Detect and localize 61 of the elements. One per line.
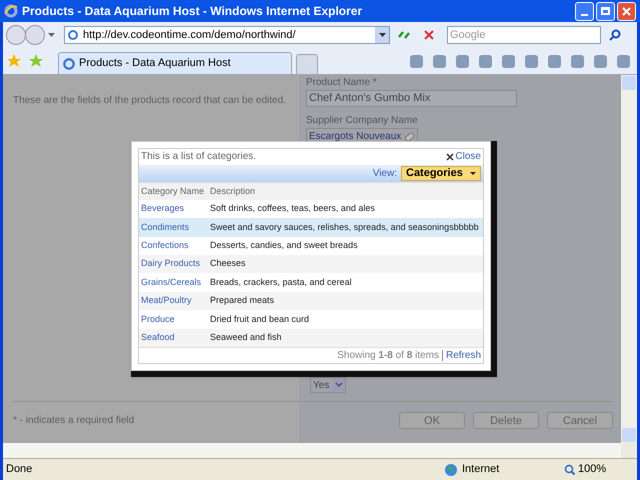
new-tab-button[interactable] xyxy=(296,54,318,74)
add-star-icon[interactable] xyxy=(28,53,44,69)
product-name-field[interactable]: Chef Anton's Gumbo Mix xyxy=(306,90,517,107)
category-name-link[interactable]: Beverages xyxy=(141,202,184,216)
pager-text: Showing 1-8 of 8 items xyxy=(337,349,439,363)
globe-icon xyxy=(444,462,458,476)
horizontal-scrollbar[interactable] xyxy=(3,443,621,458)
page-icon xyxy=(67,29,79,41)
refresh-link[interactable]: Refresh xyxy=(442,350,481,361)
zoom-level[interactable]: 100% xyxy=(578,461,606,478)
category-description: Prepared meats xyxy=(209,294,274,308)
category-name-link[interactable]: Meat/Poultry xyxy=(141,294,192,308)
category-row[interactable]: Dairy Products Cheeses xyxy=(139,255,483,274)
dialog-description: This is a list of categories. xyxy=(141,150,256,164)
close-link[interactable]: Close xyxy=(455,149,481,164)
page-icon xyxy=(62,56,76,70)
form-description: These are the fields of the products record that can be edited. xyxy=(13,95,286,106)
security-zone: Internet xyxy=(462,462,500,478)
category-name-link[interactable]: Condiments xyxy=(141,220,190,234)
required-field-note: * - indicates a required field xyxy=(13,414,134,428)
yes-no-select[interactable]: Yes xyxy=(310,377,346,393)
field-label: Supplier Company Name xyxy=(306,115,419,127)
category-name-link[interactable]: Dairy Products xyxy=(141,257,200,271)
vertical-scrollbar[interactable] xyxy=(621,75,637,443)
close-icon[interactable] xyxy=(446,152,454,161)
column-header: Category Name xyxy=(141,185,204,198)
eraser-icon[interactable] xyxy=(403,130,416,142)
category-row[interactable]: Meat/Poultry Prepared meats xyxy=(139,292,483,310)
browser-tab[interactable]: Products - Data Aquarium Host xyxy=(58,52,292,74)
star-icon[interactable] xyxy=(6,53,22,69)
caret-icon[interactable] xyxy=(48,33,55,37)
category-description: Seaweed and fish xyxy=(209,331,282,344)
category-description: Cheeses xyxy=(209,257,246,270)
category-name-link[interactable]: Seafood xyxy=(141,331,175,345)
column-header: Description xyxy=(209,185,256,198)
forward-button[interactable] xyxy=(25,25,45,45)
view-dropdown[interactable]: Categories xyxy=(401,166,481,181)
close-button[interactable] xyxy=(617,2,636,20)
close-icon xyxy=(622,6,631,16)
category-description: Desserts, candies, and sweet breads xyxy=(209,239,358,252)
window-title: Products - Data Aquarium Host - Windows Internet Explorer xyxy=(22,3,362,20)
field-label: Product Name * xyxy=(306,77,378,89)
status-text: Done xyxy=(6,462,32,478)
minimize-button[interactable] xyxy=(575,2,594,20)
zoom-icon[interactable] xyxy=(564,464,576,476)
category-row[interactable]: Seafood Seaweed and fish xyxy=(139,328,483,347)
category-name-link[interactable]: Grains/Cereals xyxy=(141,276,202,290)
category-description: Sweet and savory sauces, relishes, spreads, and seasoningsbbbbb xyxy=(209,220,479,234)
maximize-button[interactable] xyxy=(596,2,615,20)
search-field[interactable]: Google xyxy=(447,26,601,44)
category-description: Breads, crackers, pasta, and cereal xyxy=(209,276,352,289)
category-description: Soft drinks, coffees, teas, beers, and ales xyxy=(209,202,375,216)
category-description: Dried fruit and bean curd xyxy=(209,312,310,326)
category-name-link[interactable]: Confections xyxy=(141,239,189,253)
category-name-link[interactable]: Produce xyxy=(141,312,175,326)
address-field[interactable]: http://dev.codeontime.com/demo/northwind/ xyxy=(64,26,390,44)
category-row[interactable]: Condiments Sweet and savory sauces, relishes, spreads, and seasoningsbbbbb xyxy=(139,218,483,237)
back-button[interactable] xyxy=(6,25,26,45)
view-label: View: xyxy=(372,166,397,181)
browser-logo-icon xyxy=(4,4,18,18)
caret-icon xyxy=(470,172,476,175)
